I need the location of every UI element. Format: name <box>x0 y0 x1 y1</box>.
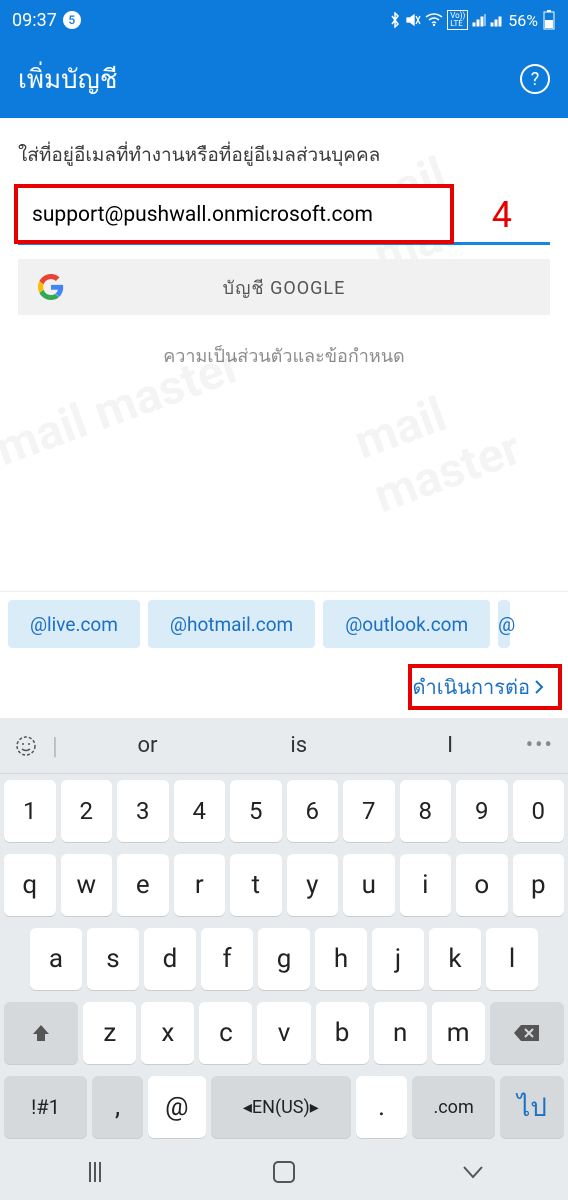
dot-key[interactable]: . <box>356 1076 407 1138</box>
input-underline <box>18 242 550 245</box>
key-z[interactable]: z <box>83 1002 136 1064</box>
signal-icon <box>472 13 486 27</box>
prediction-word[interactable]: or <box>72 733 223 758</box>
suggestion-chip[interactable]: @live.com <box>8 600 140 648</box>
key-o[interactable]: o <box>456 854 508 916</box>
chevron-right-icon <box>534 679 544 695</box>
key-j[interactable]: j <box>372 928 424 990</box>
language-key[interactable]: ◂ EN(US) ▸ <box>211 1076 351 1138</box>
key-7[interactable]: 7 <box>343 780 395 842</box>
prediction-word[interactable]: I <box>374 733 525 758</box>
more-icon[interactable]: ••• <box>526 733 554 758</box>
dotcom-key[interactable]: .com <box>412 1076 495 1138</box>
key-v[interactable]: v <box>257 1002 310 1064</box>
symbols-key[interactable]: !#1 <box>4 1076 87 1138</box>
prediction-row: | or is I ••• <box>0 718 568 774</box>
key-8[interactable]: 8 <box>400 780 452 842</box>
continue-row: ดำเนินการต่อ <box>0 656 568 718</box>
key-2[interactable]: 2 <box>61 780 113 842</box>
key-x[interactable]: x <box>141 1002 194 1064</box>
page-title: เพิ่มบัญชี <box>18 59 117 100</box>
key-c[interactable]: c <box>199 1002 252 1064</box>
key-4[interactable]: 4 <box>174 780 226 842</box>
key-w[interactable]: w <box>61 854 113 916</box>
shift-key[interactable] <box>4 1002 78 1064</box>
recents-button[interactable] <box>81 1158 109 1186</box>
email-input[interactable] <box>18 188 550 242</box>
backspace-key[interactable] <box>490 1002 564 1064</box>
suggestion-chip[interactable]: @hotmail.com <box>148 600 315 648</box>
key-r[interactable]: r <box>174 854 226 916</box>
language-label: EN(US) <box>252 1097 310 1118</box>
system-nav-bar <box>0 1144 568 1200</box>
battery-percent: 56% <box>508 11 538 30</box>
google-icon <box>38 274 64 300</box>
key-1[interactable]: 1 <box>4 780 56 842</box>
annotation-number: 4 <box>492 194 512 236</box>
key-q[interactable]: q <box>4 854 56 916</box>
key-b[interactable]: b <box>316 1002 369 1064</box>
prompt-text: ใส่ที่อยู่อีเมลที่ทำงานหรือที่อยู่อีเมลส… <box>18 140 550 170</box>
key-3[interactable]: 3 <box>117 780 169 842</box>
key-9[interactable]: 9 <box>456 780 508 842</box>
continue-button[interactable]: ดำเนินการต่อ <box>399 663 558 711</box>
back-button[interactable] <box>459 1158 487 1186</box>
help-button[interactable]: ? <box>520 64 550 94</box>
suggestion-chip[interactable]: @outlook.com <box>323 600 490 648</box>
key-u[interactable]: u <box>343 854 395 916</box>
soft-keyboard: | or is I ••• 1 2 3 4 5 6 7 8 9 0 q w e … <box>0 718 568 1144</box>
mute-icon <box>405 12 421 28</box>
key-a[interactable]: a <box>30 928 82 990</box>
key-t[interactable]: t <box>230 854 282 916</box>
key-n[interactable]: n <box>374 1002 427 1064</box>
key-m[interactable]: m <box>432 1002 485 1064</box>
emoji-toggle-icon[interactable] <box>14 734 38 758</box>
google-account-button[interactable]: บัญชี GOOGLE <box>18 259 550 315</box>
key-h[interactable]: h <box>315 928 367 990</box>
key-k[interactable]: k <box>429 928 481 990</box>
key-g[interactable]: g <box>258 928 310 990</box>
key-p[interactable]: p <box>513 854 565 916</box>
battery-icon <box>542 10 556 30</box>
key-e[interactable]: e <box>117 854 169 916</box>
comma-key[interactable]: , <box>92 1076 143 1138</box>
app-bar: เพิ่มบัญชี ? <box>0 40 568 118</box>
content-area: mail master mail master mail master ใส่ท… <box>0 118 568 591</box>
suggestion-chip[interactable]: @ <box>498 600 510 648</box>
key-i[interactable]: i <box>400 854 452 916</box>
volte-icon: Vo))LTE <box>447 10 468 30</box>
at-key[interactable]: @ <box>148 1076 205 1138</box>
key-y[interactable]: y <box>287 854 339 916</box>
prediction-word[interactable]: is <box>223 733 374 758</box>
home-button[interactable] <box>270 1158 298 1186</box>
go-key[interactable]: ไป <box>500 1076 564 1138</box>
notification-count-badge: 5 <box>63 11 81 29</box>
key-6[interactable]: 6 <box>287 780 339 842</box>
key-5[interactable]: 5 <box>230 780 282 842</box>
status-time: 09:37 <box>12 10 57 31</box>
key-s[interactable]: s <box>87 928 139 990</box>
wifi-icon <box>425 13 443 27</box>
key-l[interactable]: l <box>486 928 538 990</box>
privacy-link[interactable]: ความเป็นส่วนตัวและข้อกำหนด <box>18 341 550 370</box>
google-button-label: บัญชี GOOGLE <box>223 273 346 302</box>
status-bar: 09:37 5 Vo))LTE 56% <box>0 0 568 40</box>
signal2-icon <box>490 13 504 27</box>
key-d[interactable]: d <box>144 928 196 990</box>
status-icons: Vo))LTE 56% <box>389 10 556 30</box>
bluetooth-icon <box>389 12 401 28</box>
key-f[interactable]: f <box>201 928 253 990</box>
key-0[interactable]: 0 <box>513 780 565 842</box>
email-suggestion-row: @live.com @hotmail.com @outlook.com @ <box>0 591 568 656</box>
continue-label: ดำเนินการต่อ <box>413 671 530 703</box>
